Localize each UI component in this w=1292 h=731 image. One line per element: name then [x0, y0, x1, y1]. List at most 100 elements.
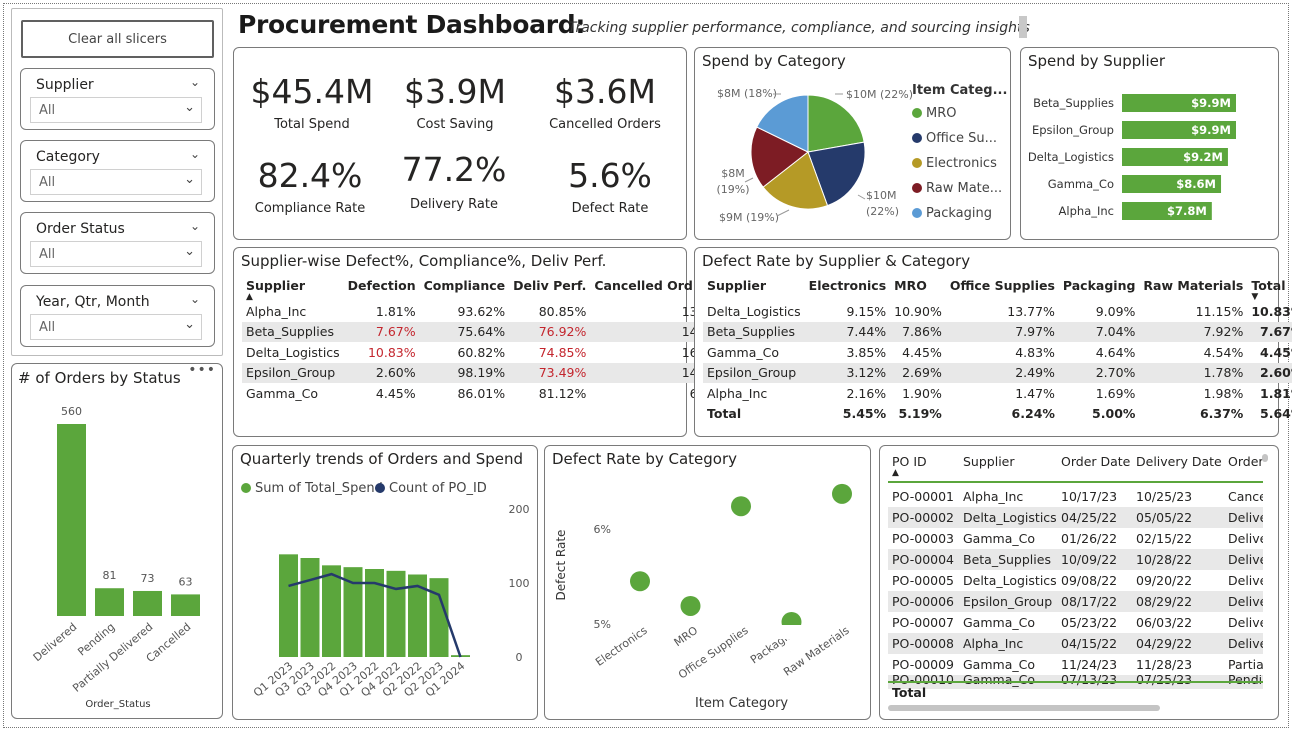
status-bar[interactable] [171, 594, 200, 616]
table-cell: PO-00006 [888, 591, 959, 612]
table-cell: 04/25/22 [1057, 507, 1132, 528]
scatter-point[interactable] [680, 595, 701, 616]
legend-item-office[interactable]: Office Su... [912, 131, 997, 146]
defect-by-category-card[interactable]: Defect Rate by Category 6% 5% Electronics M… [544, 445, 871, 720]
chevron-down-icon[interactable]: ⌄ [190, 147, 200, 161]
leader-line [857, 194, 866, 200]
table-row[interactable]: PO-00003 Gamma_Co 01/26/22 02/15/22 Delive [888, 528, 1263, 549]
table-cell: Gamma_Co [963, 615, 1035, 630]
scatter-point[interactable] [630, 571, 650, 592]
quarterly-trends-chart[interactable]: Q1 2023Q3 2023Q3 2022Q4 2023Q1 2022Q4 20… [233, 446, 539, 721]
spend-bar[interactable] [386, 570, 406, 657]
slicer-supplier-dropdown[interactable]: All ⌄ [30, 97, 202, 123]
col-header-electronics[interactable]: Electronics [805, 278, 890, 301]
slicer-category-value: All [39, 175, 56, 190]
slicer-order-status-dropdown[interactable]: All ⌄ [30, 241, 202, 267]
legend-item-raw[interactable]: Raw Mate... [912, 181, 1002, 196]
status-bar-value: 63 [179, 575, 193, 588]
spend-by-supplier-chart[interactable]: Beta_Supplies $9.9M Epsilon_Group $9.9M Delt… [1021, 48, 1280, 241]
scatter-point[interactable] [731, 496, 751, 517]
chevron-down-icon[interactable]: ⌄ [190, 219, 200, 233]
table-row[interactable]: Delta_Logistics 9.15% 10.90% 13.77% 9.09% 11.… [703, 301, 1292, 322]
slicer-order-status[interactable]: Order Status ⌄ All ⌄ [20, 212, 215, 274]
table-row[interactable]: Delta_Logistics 10.83% 60.82% 74.85% 16 [242, 342, 702, 363]
table-cell: 11/28/23 [1136, 657, 1193, 672]
table-row[interactable]: PO-00007 Gamma_Co 05/23/22 06/03/22 Delive [888, 612, 1263, 633]
scatter-point[interactable] [832, 483, 852, 504]
kpi-compliance-rate-value: 82.4% [257, 156, 363, 195]
quarterly-trends-card[interactable]: Quarterly trends of Orders and Spend Sum… [232, 445, 538, 720]
legend-item-electronics[interactable]: Electronics [912, 156, 997, 171]
table-cell: Delive [1228, 573, 1263, 588]
col-header-mro[interactable]: MRO [890, 278, 946, 301]
table-row[interactable]: Alpha_Inc 1.81% 93.62% 80.85% 13 [242, 301, 702, 322]
col-header-defection[interactable]: Defection [344, 278, 420, 301]
chevron-down-icon[interactable]: ⌄ [190, 292, 200, 306]
table-row[interactable]: PO-00005 Delta_Logistics 09/08/22 09/20/22 D… [888, 570, 1263, 591]
col-header-deliv-perf[interactable]: Deliv Perf. [509, 278, 590, 301]
table-row[interactable]: PO-00001 Alpha_Inc 10/17/23 10/25/23 Cance [888, 486, 1263, 507]
total-underline [888, 681, 1263, 683]
pie-data-label: $9M (19%) [719, 211, 779, 224]
slicer-date-value: All [39, 320, 56, 335]
spend-by-category-card[interactable]: Spend by Category $10M (22%) $10M (22%) $9M… [694, 47, 1011, 240]
status-bar[interactable] [133, 590, 162, 616]
supplier-label: Gamma_Co [1048, 177, 1114, 191]
subtitle-cursor [1019, 16, 1027, 38]
table-cell: 10/09/22 [1057, 549, 1132, 570]
table-row[interactable]: Beta_Supplies 7.67% 75.64% 76.92% 14 [242, 321, 702, 342]
table-row[interactable]: Gamma_Co3.85%4.45%4.83%4.64%4.54%4.45% [703, 342, 1292, 363]
table-row[interactable]: PO-00004 Beta_Supplies 10/09/22 10/28/22 Del… [888, 549, 1263, 570]
table-row[interactable]: Epsilon_Group 3.12% 2.69% 2.49% 2.70% 1.78% 2.… [703, 362, 1292, 383]
sort-asc-icon: ▲ [892, 468, 899, 478]
status-axis-label: Delivered [31, 620, 80, 664]
table-cell: Delive [1224, 507, 1263, 528]
spend-bar[interactable] [300, 558, 320, 657]
table-row[interactable]: PO-00008Alpha_Inc04/15/2204/29/22Delive [888, 633, 1263, 654]
spend-bar[interactable] [279, 554, 298, 657]
col-header-supplier[interactable]: Supplier ▲ [242, 278, 344, 302]
slicer-supplier[interactable]: Supplier ⌄ All ⌄ [20, 68, 215, 130]
status-bar[interactable] [95, 588, 124, 616]
spend-bar[interactable] [322, 565, 341, 657]
legend-item-packaging[interactable]: Packaging [912, 206, 992, 221]
table-cell: PO-00002 [888, 507, 959, 528]
supplier-label: Delta_Logistics [1028, 150, 1114, 164]
chevron-down-icon: ⌄ [184, 244, 195, 259]
chevron-down-icon[interactable]: ⌄ [190, 75, 200, 89]
slicer-date-dropdown[interactable]: All ⌄ [30, 314, 202, 340]
slicer-category[interactable]: Category ⌄ All ⌄ [20, 140, 215, 202]
orders-by-status-chart[interactable]: 560Delivered81Pending73Partially Deliver… [12, 364, 224, 720]
table-row[interactable]: PO-00006 Epsilon_Group 08/17/22 08/29/22 Del… [888, 591, 1263, 612]
table-row[interactable]: PO-00002 Delta_Logistics 04/25/22 05/05/22 D… [888, 507, 1263, 528]
vertical-scrollbar[interactable] [1262, 454, 1268, 462]
table-row[interactable]: Gamma_Co4.45%86.01%81.12%6 [242, 383, 702, 404]
pie-data-label: $8M [721, 167, 745, 180]
col-header-raw[interactable]: Raw Materials [1139, 278, 1247, 301]
col-header-total[interactable]: Total ▼ [1247, 278, 1292, 302]
defect-by-category-chart[interactable]: 6%5%Electronics MROOffice SuppliesPackagi… [545, 446, 872, 721]
table-row[interactable]: Alpha_Inc2.16%1.90%1.47%1.69%1.98%1.81% [703, 383, 1292, 404]
supplier-bar-value: $9.2M [1183, 150, 1223, 164]
plot-clip-mask[interactable] [775, 625, 803, 639]
spend-by-supplier-card[interactable]: Spend by Supplier Beta_Supplies $9.9M Epsi… [1020, 47, 1279, 240]
col-header-cancelled[interactable]: Cancelled Ord. [590, 278, 701, 301]
pie-data-label: $8M (18%) [717, 87, 777, 100]
table-row[interactable]: Beta_Supplies 7.44% 7.86% 7.97% 7.04% 7.92% 7.… [703, 321, 1292, 342]
col-header-office[interactable]: Office Supplies [946, 278, 1059, 301]
legend-item-mro[interactable]: MRO [912, 106, 956, 121]
table-cell: 10/25/23 [1136, 489, 1193, 504]
slicer-date[interactable]: Year, Qtr, Month ⌄ All ⌄ [20, 285, 215, 347]
table-row[interactable]: PO-00009 Gamma_Co 11/24/23 11/28/23 Partial [888, 654, 1263, 675]
col-header-packaging[interactable]: Packaging [1059, 278, 1140, 301]
legend-dot [912, 208, 922, 218]
col-header-compliance[interactable]: Compliance [420, 278, 510, 301]
status-bar[interactable] [57, 424, 86, 616]
slicer-category-dropdown[interactable]: All ⌄ [30, 169, 202, 195]
horizontal-scrollbar[interactable] [888, 705, 1160, 711]
orders-by-status-card[interactable]: # of Orders by Status ••• 560 Delivered 81… [11, 362, 224, 720]
table-row[interactable]: Epsilon_Group 2.60% 98.19% 73.49% 14 [242, 362, 702, 383]
table-cell: PO-00001 [892, 489, 954, 504]
col-header-supplier[interactable]: Supplier [703, 278, 805, 301]
clear-slicers-button[interactable]: Clear all slicers [21, 20, 214, 58]
